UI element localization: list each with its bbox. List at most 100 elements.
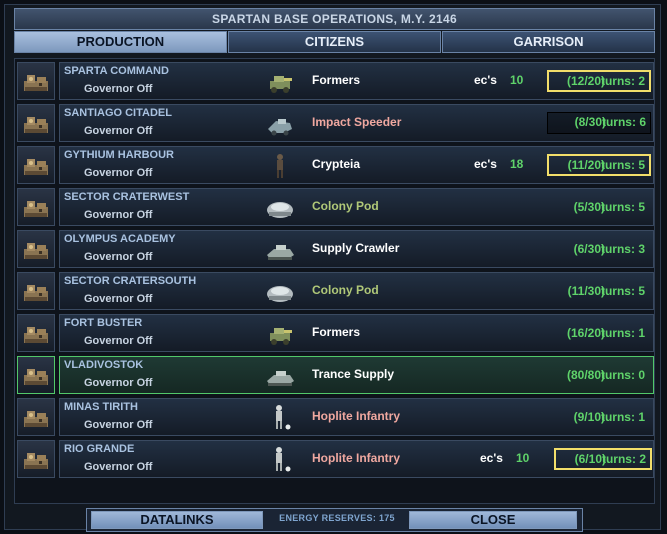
production-item[interactable]: Impact Speeder <box>312 115 401 129</box>
tab-citizens[interactable]: CITIZENS <box>228 31 441 53</box>
base-name[interactable]: MINAS TIRITH <box>64 401 138 413</box>
base-row[interactable]: GYTHIUM HARBOUR Governor Off Crypteia ec… <box>17 145 654 185</box>
base-row[interactable]: MINAS TIRITH Governor Off Hoplite Infant… <box>17 397 654 437</box>
production-item[interactable]: Hoplite Infantry <box>312 451 400 465</box>
base-icon[interactable] <box>17 146 55 184</box>
base-building-icon <box>24 201 48 217</box>
governor-status[interactable]: Governor Off <box>84 167 152 179</box>
tab-garrison[interactable]: GARRISON <box>442 31 655 53</box>
base-row[interactable]: SANTIAGO CITADEL Governor Off Impact Spe… <box>17 103 654 143</box>
turns-remaining: turns: 5 <box>600 158 645 172</box>
turns-remaining: turns: 0 <box>600 368 645 382</box>
speeder-icon <box>268 119 292 136</box>
production-item[interactable]: Colony Pod <box>312 283 379 297</box>
base-row[interactable]: FORT BUSTER Governor Off Formers (16/20)… <box>17 313 654 353</box>
governor-status[interactable]: Governor Off <box>84 461 152 473</box>
supply-crawler-icon <box>267 245 294 260</box>
ec-label: ec's <box>480 451 503 465</box>
datalinks-button[interactable]: DATALINKS <box>91 511 263 529</box>
production-progress: (80/80) <box>566 368 605 382</box>
ec-value: 18 <box>510 157 524 171</box>
former-icon <box>270 76 292 93</box>
production-progress: (12/20) <box>566 74 605 88</box>
energy-reserves-label: ENERGY RESERVES: 175 <box>279 513 395 523</box>
progress-box: (80/80) turns: 0 <box>547 364 651 386</box>
base-icon[interactable] <box>17 62 55 100</box>
governor-status[interactable]: Governor Off <box>84 419 152 431</box>
base-name[interactable]: SECTOR CRATERWEST <box>64 191 189 203</box>
production-item[interactable]: Trance Supply <box>312 367 394 381</box>
base-icon[interactable] <box>17 272 55 310</box>
production-item[interactable]: Crypteia <box>312 157 360 171</box>
turns-remaining: turns: 1 <box>600 410 645 424</box>
base-building-icon <box>24 453 48 469</box>
governor-status[interactable]: Governor Off <box>84 83 152 95</box>
progress-box: (6/10) turns: 2 <box>554 448 652 470</box>
base-row[interactable]: SECTOR CRATERWEST Governor Off Colony Po… <box>17 187 654 227</box>
footer-bar: DATALINKS ENERGY RESERVES: 175 CLOSE <box>86 508 583 532</box>
governor-status[interactable]: Governor Off <box>84 251 152 263</box>
hoplite-icon <box>276 447 291 472</box>
base-name[interactable]: SECTOR CRATERSOUTH <box>64 275 196 287</box>
progress-box: (8/30) turns: 6 <box>547 112 651 134</box>
base-name[interactable]: GYTHIUM HARBOUR <box>64 149 174 161</box>
governor-status[interactable]: Governor Off <box>84 377 152 389</box>
base-name[interactable]: FORT BUSTER <box>64 317 142 329</box>
base-name[interactable]: RIO GRANDE <box>64 443 134 455</box>
base-icon[interactable] <box>17 356 55 394</box>
ec-label: ec's <box>474 73 497 87</box>
close-button[interactable]: CLOSE <box>409 511 577 529</box>
progress-box: (11/20) turns: 5 <box>547 154 651 176</box>
base-building-icon <box>24 159 48 175</box>
base-row[interactable]: RIO GRANDE Governor Off Hoplite Infantry… <box>17 439 654 479</box>
production-progress: (16/20) <box>566 326 605 340</box>
tab-bar: PRODUCTION CITIZENS GARRISON <box>14 31 655 53</box>
window-title: SPARTAN BASE OPERATIONS, M.Y. 2146 <box>14 8 655 30</box>
base-name[interactable]: VLADIVOSTOK <box>64 359 143 371</box>
production-item[interactable]: Colony Pod <box>312 199 379 213</box>
base-row[interactable]: VLADIVOSTOK Governor Off Trance Supply (… <box>17 355 654 395</box>
progress-box: (6/30) turns: 3 <box>547 238 651 260</box>
production-item[interactable]: Supply Crawler <box>312 241 399 255</box>
base-name[interactable]: SANTIAGO CITADEL <box>64 107 172 119</box>
base-building-icon <box>24 285 48 301</box>
progress-box: (5/30) turns: 5 <box>547 196 651 218</box>
progress-box: (11/30) turns: 5 <box>547 280 651 302</box>
base-building-icon <box>24 369 48 385</box>
turns-remaining: turns: 1 <box>600 326 645 340</box>
turns-remaining: turns: 2 <box>601 452 646 466</box>
progress-box: (12/20) turns: 2 <box>547 70 651 92</box>
base-building-icon <box>24 75 48 91</box>
base-icon[interactable] <box>17 188 55 226</box>
base-row[interactable]: SECTOR CRATERSOUTH Governor Off Colony P… <box>17 271 654 311</box>
ec-label: ec's <box>474 157 497 171</box>
production-item[interactable]: Formers <box>312 325 360 339</box>
base-icon[interactable] <box>17 230 55 268</box>
turns-remaining: turns: 6 <box>601 115 646 129</box>
base-name[interactable]: SPARTA COMMAND <box>64 65 169 77</box>
production-item[interactable]: Formers <box>312 73 360 87</box>
base-row[interactable]: SPARTA COMMAND Governor Off Formers ec's… <box>17 61 654 101</box>
base-icon[interactable] <box>17 398 55 436</box>
base-building-icon <box>24 243 48 259</box>
governor-status[interactable]: Governor Off <box>84 125 152 137</box>
base-icon[interactable] <box>17 104 55 142</box>
turns-remaining: turns: 3 <box>600 242 645 256</box>
base-icon[interactable] <box>17 314 55 352</box>
base-list: SPARTA COMMAND Governor Off Formers ec's… <box>14 58 655 504</box>
former-icon <box>270 328 292 345</box>
turns-remaining: turns: 5 <box>600 200 645 214</box>
tab-production[interactable]: PRODUCTION <box>14 31 227 53</box>
ec-value: 10 <box>510 73 524 87</box>
base-building-icon <box>24 117 48 133</box>
governor-status[interactable]: Governor Off <box>84 293 152 305</box>
crypteia-icon <box>277 154 283 178</box>
governor-status[interactable]: Governor Off <box>84 209 152 221</box>
base-row[interactable]: OLYMPUS ACADEMY Governor Off Supply Craw… <box>17 229 654 269</box>
governor-status[interactable]: Governor Off <box>84 335 152 347</box>
production-item[interactable]: Hoplite Infantry <box>312 409 400 423</box>
base-icon[interactable] <box>17 440 55 478</box>
production-progress: (11/30) <box>567 284 605 298</box>
progress-box: (9/10) turns: 1 <box>547 406 651 428</box>
base-name[interactable]: OLYMPUS ACADEMY <box>64 233 176 245</box>
